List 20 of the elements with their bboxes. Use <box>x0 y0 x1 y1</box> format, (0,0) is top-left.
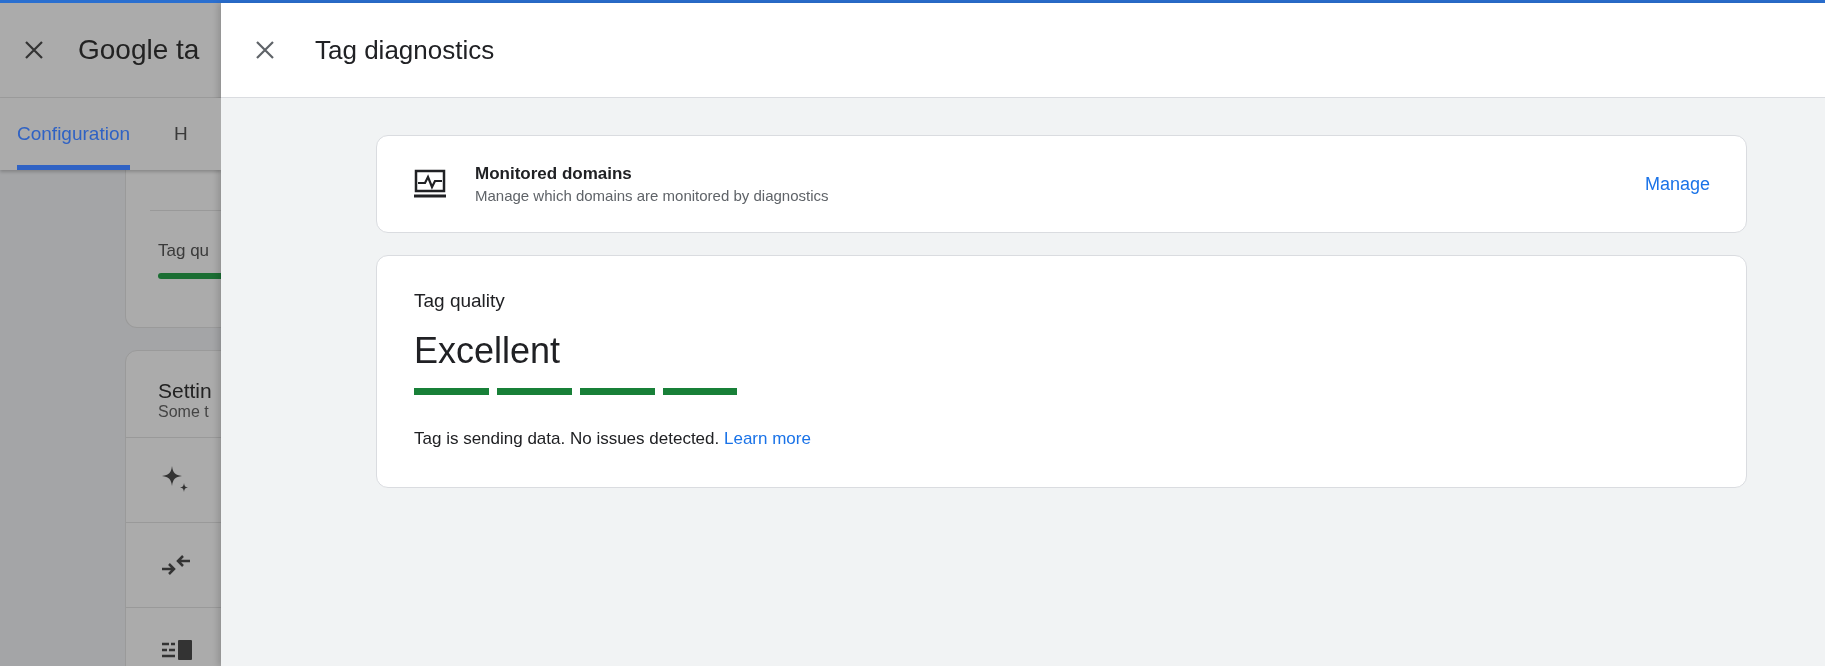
quality-rating: Excellent <box>414 330 562 372</box>
arrows-icon <box>161 553 191 577</box>
page-title: Google ta <box>78 34 200 66</box>
quality-label: Tag quality <box>414 290 506 312</box>
card-title: Monitored domains <box>475 164 633 184</box>
close-icon <box>24 40 44 60</box>
tab[interactable]: Configuration <box>17 98 131 170</box>
quality-bar <box>158 273 221 279</box>
manage-link[interactable]: Manage <box>1644 173 1710 195</box>
card-subtitle: Some t <box>158 403 210 421</box>
drawer-title: Tag diagnostics <box>315 34 495 66</box>
monitor-pulse-icon <box>413 169 447 199</box>
quality-label: Tag qu <box>158 241 211 261</box>
status-message: Tag is sending data. No issues detected. Learn more <box>414 429 812 449</box>
learn-more-link[interactable]: Learn more <box>724 429 811 448</box>
card-subtitle: Manage which domains are monitored by diagnostics <box>475 187 830 204</box>
card-title: Settin <box>158 379 213 403</box>
close-icon <box>255 40 275 60</box>
tab[interactable]: H <box>174 98 188 170</box>
contact-list-icon <box>161 639 193 661</box>
